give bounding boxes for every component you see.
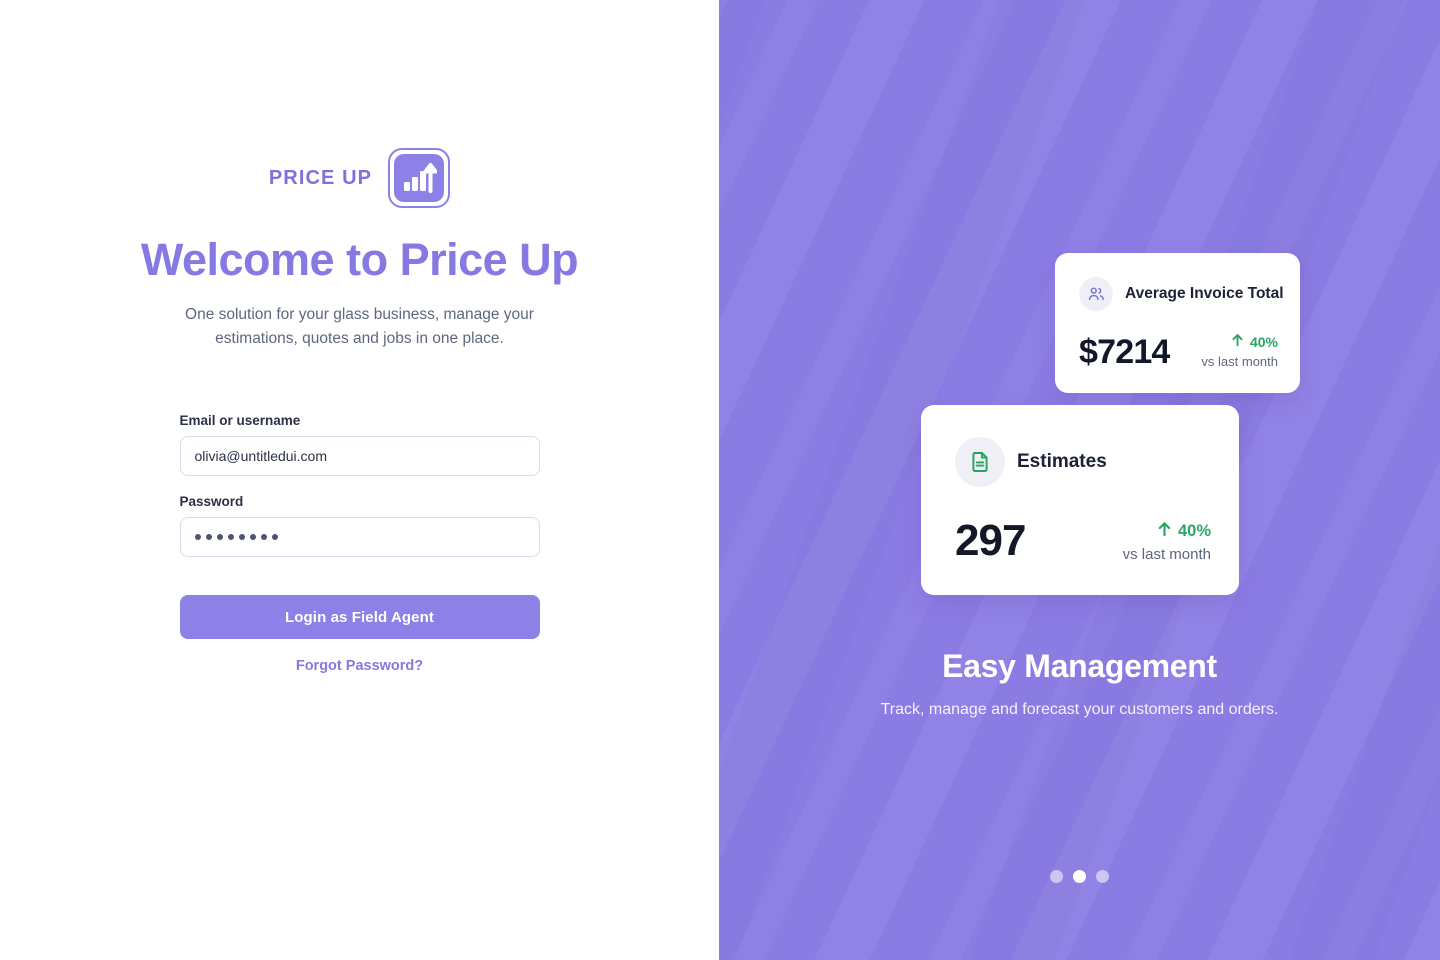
stat-card-average-invoice-total: Average Invoice Total $7214 40% vs last … <box>1055 253 1300 393</box>
card-delta-value: 40% <box>1177 522 1211 540</box>
carousel-dot-1[interactable] <box>1050 870 1063 883</box>
email-input[interactable] <box>179 436 540 477</box>
page-title: Welcome to Price Up <box>140 234 579 285</box>
bar-chart-up-icon <box>388 148 451 208</box>
field-spacer <box>180 476 540 494</box>
password-label: Password <box>179 494 244 510</box>
card-header: Average Invoice Total <box>1079 277 1284 311</box>
login-as-field-agent-button[interactable]: Login as Field Agent <box>179 595 540 640</box>
card-delta-caption: vs last month <box>1122 546 1211 563</box>
promo-title: Easy Management <box>942 648 1217 684</box>
card-body: 297 40% vs last month <box>955 516 1211 565</box>
users-icon <box>1079 277 1113 311</box>
stat-card-estimates: Estimates 297 40% vs last month <box>921 405 1239 595</box>
card-value: 297 <box>955 516 1026 565</box>
login-form: Email or username Password Login as Fiel… <box>179 413 540 674</box>
login-panel: PRICE UP Welcome to Price Up One solutio… <box>0 0 719 960</box>
card-delta: 40% vs last month <box>1123 521 1211 563</box>
page-subtitle: One solution for your glass business, ma… <box>185 306 534 348</box>
arrow-up-icon <box>1231 333 1244 350</box>
card-body: $7214 40% vs last month <box>1079 333 1278 371</box>
card-title: Average Invoice Total <box>1125 285 1284 302</box>
carousel-dot-3[interactable] <box>1096 870 1109 883</box>
showcase-panel: Average Invoice Total $7214 40% vs last … <box>719 0 1440 960</box>
promo-subtitle: Track, manage and forecast your customer… <box>880 701 1279 718</box>
email-label: Email or username <box>179 413 301 429</box>
login-page: PRICE UP Welcome to Price Up One solutio… <box>0 0 1440 960</box>
arrow-up-icon <box>1157 521 1172 542</box>
card-title: Estimates <box>1017 451 1107 472</box>
password-input[interactable] <box>179 517 540 558</box>
card-delta-value: 40% <box>1249 333 1278 350</box>
carousel-dot-2[interactable] <box>1073 870 1086 883</box>
card-value: $7214 <box>1079 333 1170 371</box>
promo-block: Easy Management Track, manage and foreca… <box>719 648 1440 719</box>
brand-name: PRICE UP <box>268 166 373 189</box>
brand-logo: PRICE UP <box>268 148 451 208</box>
card-header: Estimates <box>955 437 1211 487</box>
password-mask <box>194 534 278 541</box>
card-delta: 40% vs last month <box>1201 333 1278 370</box>
card-delta-caption: vs last month <box>1201 354 1278 369</box>
carousel-pagination[interactable] <box>719 870 1440 883</box>
stat-cards: Average Invoice Total $7214 40% vs last … <box>719 0 1440 960</box>
document-icon <box>955 437 1005 487</box>
forgot-password-link[interactable]: Forgot Password? <box>180 658 540 674</box>
